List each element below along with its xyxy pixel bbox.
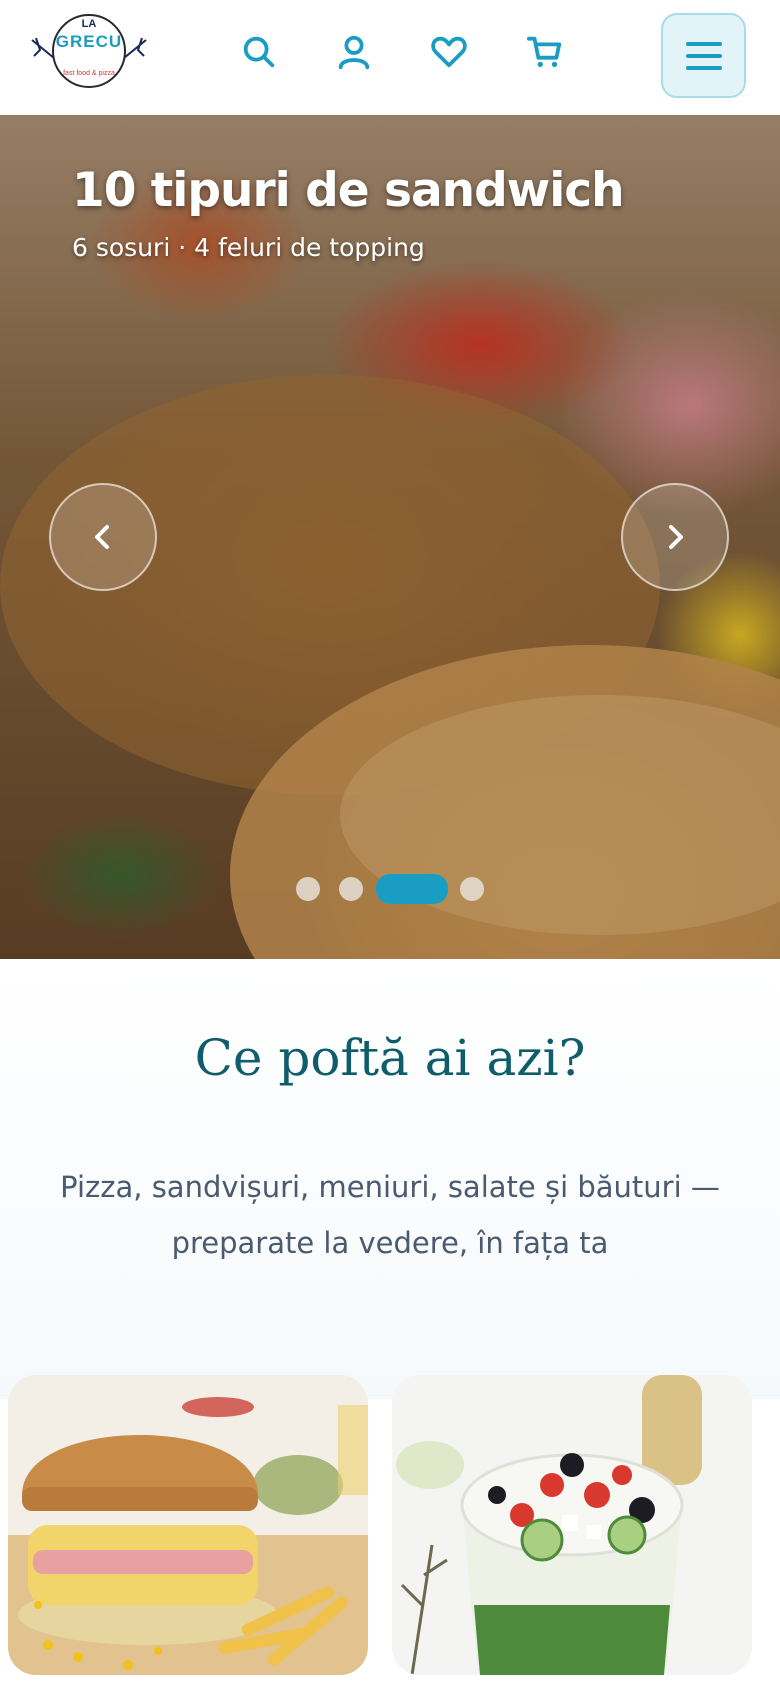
search-button[interactable] xyxy=(237,30,281,74)
slider-prev-button[interactable] xyxy=(49,483,157,591)
salad-image xyxy=(392,1375,752,1675)
category-card-salad[interactable] xyxy=(392,1375,752,1675)
hero-title: 10 tipuri de sandwich xyxy=(72,163,625,218)
wishlist-button[interactable] xyxy=(427,30,471,74)
cart-icon xyxy=(526,36,562,68)
chevron-right-icon xyxy=(669,525,683,549)
site-header: LA GRECU fast food & pizza xyxy=(0,0,780,115)
category-card-sandwich[interactable] xyxy=(8,1375,368,1675)
logo-tagline: fast food & pizza xyxy=(63,70,115,77)
slider-dot-2[interactable] xyxy=(339,877,363,901)
account-button[interactable] xyxy=(332,30,376,74)
intro-text: Pizza, sandvișuri, meniuri, salate și bă… xyxy=(60,1170,720,1260)
intro-title: Ce poftă ai azi? xyxy=(194,1029,586,1087)
hero-slider: 10 tipuri de sandwich 6 sosuri · 4 felur… xyxy=(0,115,780,959)
sandwich-image xyxy=(8,1397,368,1675)
hero-subtitle: 6 sosuri · 4 feluri de topping xyxy=(72,233,425,262)
heart-icon xyxy=(431,36,467,68)
menu-button[interactable] xyxy=(661,13,746,98)
intro-section: Ce poftă ai azi? Pizza, sandvișuri, meni… xyxy=(0,959,780,1399)
logo-top-text: LA xyxy=(81,18,97,30)
slider-dots xyxy=(0,872,780,906)
chevron-left-icon xyxy=(95,525,109,549)
slider-next-button[interactable] xyxy=(621,483,729,591)
search-icon xyxy=(243,36,275,68)
hamburger-icon xyxy=(685,41,722,70)
logo-name: GRECU xyxy=(55,32,123,51)
user-icon xyxy=(338,35,370,70)
cart-button[interactable] xyxy=(523,30,567,74)
slider-dot-3-active[interactable] xyxy=(376,874,448,904)
logo[interactable]: LA GRECU fast food & pizza xyxy=(30,14,148,98)
slider-dot-1[interactable] xyxy=(296,877,320,901)
slider-dot-4[interactable] xyxy=(460,877,484,901)
